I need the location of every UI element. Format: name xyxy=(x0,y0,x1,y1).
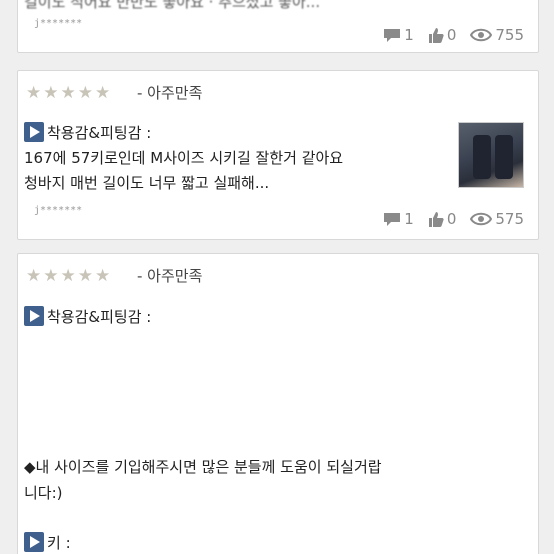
star-icon: ★ xyxy=(95,83,111,103)
star-icon: ★ xyxy=(26,83,42,103)
star-icon: ★ xyxy=(95,266,111,286)
rating-label: - 아주만족 xyxy=(137,267,203,285)
thumbs-up-icon xyxy=(428,211,444,227)
star-icon: ★ xyxy=(60,266,76,286)
view-count: 755 xyxy=(470,26,524,44)
review-card[interactable]: ★ ★ ★ ★ ★ - 아주만족 착용감&피팅감 : 167에 57키로인데 M… xyxy=(17,70,539,240)
review-author: j******* xyxy=(34,205,83,216)
comment-count[interactable]: 1 xyxy=(383,26,414,44)
size-request-text: ◆내 사이즈를 기입해주시면 많은 분들께 도움이 되실거랍 xyxy=(24,458,382,476)
comment-icon xyxy=(384,29,401,42)
review-card[interactable]: 길이도 적어요 반반도 좋아요 · 추으셨고 좋아... j******* 1 … xyxy=(17,0,539,53)
eye-icon xyxy=(470,212,493,226)
play-icon xyxy=(24,306,44,326)
star-icon: ★ xyxy=(26,266,42,286)
review-stats: 1 0 755 xyxy=(369,26,524,44)
review-author: j******* xyxy=(34,18,83,29)
view-count: 575 xyxy=(470,210,524,228)
like-count[interactable]: 0 xyxy=(428,26,456,44)
review-text-partial: 길이도 적어요 반반도 좋아요 · 추으셨고 좋아... xyxy=(24,0,321,11)
rating-label: - 아주만족 xyxy=(137,84,203,102)
play-icon xyxy=(24,122,44,142)
review-heading: 착용감&피팅감 : xyxy=(24,122,151,144)
review-line: 청바지 매번 길이도 너무 짧고 실패해... xyxy=(24,174,270,192)
star-icon: ★ xyxy=(43,83,59,103)
like-count[interactable]: 0 xyxy=(428,210,456,228)
star-icon: ★ xyxy=(77,83,93,103)
rating-stars: ★ ★ ★ ★ ★ xyxy=(26,83,112,103)
review-heading: 착용감&피팅감 : xyxy=(24,306,151,328)
review-card[interactable]: ★ ★ ★ ★ ★ - 아주만족 착용감&피팅감 : ◆내 사이즈를 기입해주시… xyxy=(17,253,539,554)
comment-icon xyxy=(384,213,401,226)
review-stats: 1 0 575 xyxy=(369,210,524,228)
height-field: 키 : xyxy=(24,532,71,554)
rating-stars: ★ ★ ★ ★ ★ xyxy=(26,266,112,286)
play-icon xyxy=(24,532,44,552)
star-icon: ★ xyxy=(60,83,76,103)
review-line: 167에 57키로인데 M사이즈 시키길 잘한거 같아요 xyxy=(24,149,344,167)
star-icon: ★ xyxy=(43,266,59,286)
thumbs-up-icon xyxy=(428,27,444,43)
comment-count[interactable]: 1 xyxy=(383,210,414,228)
review-thumbnail[interactable] xyxy=(458,122,524,188)
eye-icon xyxy=(470,28,493,42)
star-icon: ★ xyxy=(77,266,93,286)
size-request-text: 니다:) xyxy=(24,484,63,502)
